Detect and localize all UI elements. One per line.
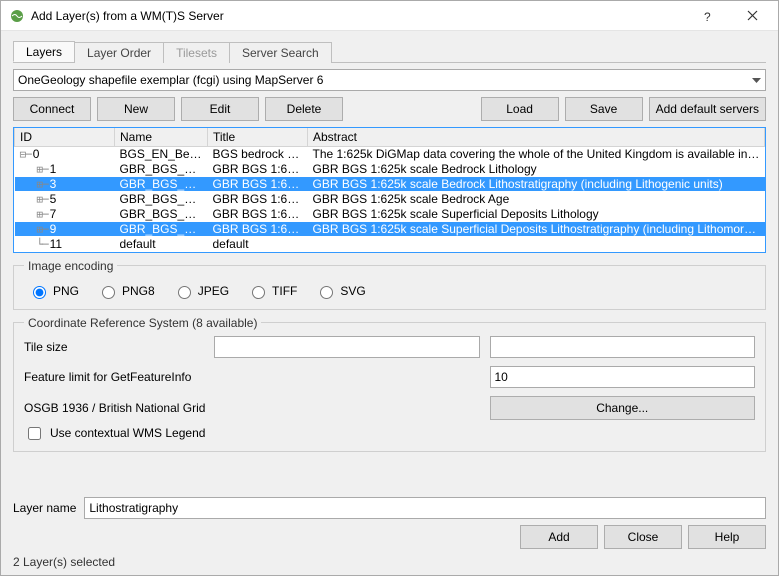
col-abstract[interactable]: Abstract (308, 128, 765, 147)
help-button[interactable]: Help (688, 525, 766, 549)
tab-layers[interactable]: Layers (13, 41, 75, 62)
tab-tilesets: Tilesets (163, 42, 230, 63)
col-name[interactable]: Name (115, 128, 208, 147)
server-buttons: Connect New Edit Delete Load Save Add de… (13, 97, 766, 121)
edit-button[interactable]: Edit (181, 97, 259, 121)
svg-text:?: ? (704, 10, 711, 23)
connect-button[interactable]: Connect (13, 97, 91, 121)
tile-size-input-2[interactable] (490, 336, 756, 358)
layer-name-input[interactable] (84, 497, 766, 519)
table-row[interactable]: ⊟─ 0BGS_EN_Bedrock…BGS bedrock and …The … (15, 147, 765, 162)
layers-table[interactable]: ID Name Title Abstract ⊟─ 0BGS_EN_Bedroc… (13, 127, 766, 253)
help-sys-button[interactable]: ? (686, 2, 730, 30)
tile-size-input-1[interactable] (214, 336, 480, 358)
add-default-servers-button[interactable]: Add default servers (649, 97, 766, 121)
table-row[interactable]: ⊞─ 7GBR_BGS_625k_…GBR BGS 1:625k …GBR BG… (15, 207, 765, 222)
change-crs-button[interactable]: Change... (490, 396, 756, 420)
layer-name-label: Layer name (13, 501, 76, 515)
tab-bar: Layers Layer Order Tilesets Server Searc… (13, 41, 766, 63)
col-title[interactable]: Title (208, 128, 308, 147)
crs-group: Coordinate Reference System (8 available… (13, 316, 766, 452)
system-buttons: ? (686, 2, 774, 30)
save-button[interactable]: Save (565, 97, 643, 121)
server-combobox[interactable]: OneGeology shapefile exemplar (fcgi) usi… (13, 69, 766, 91)
server-selected: OneGeology shapefile exemplar (fcgi) usi… (18, 73, 323, 87)
feature-limit-input[interactable] (490, 366, 756, 388)
new-button[interactable]: New (97, 97, 175, 121)
tile-size-label: Tile size (24, 340, 204, 354)
app-icon (9, 8, 25, 24)
add-button[interactable]: Add (520, 525, 598, 549)
contextual-legend-checkbox[interactable] (28, 427, 41, 440)
radio-svg[interactable]: SVG (315, 283, 365, 299)
table-row[interactable]: ⊞─ 3GBR_BGS_625k_…GBR BGS 1:625k …GBR BG… (15, 177, 765, 192)
tab-layer-order[interactable]: Layer Order (74, 42, 164, 63)
close-button[interactable]: Close (604, 525, 682, 549)
table-row[interactable]: ⊞─ 1GBR_BGS_625k_…GBR BGS 1:625k …GBR BG… (15, 162, 765, 177)
window-title: Add Layer(s) from a WM(T)S Server (31, 9, 686, 23)
feature-limit-label: Feature limit for GetFeatureInfo (24, 370, 480, 384)
tree-expand-icon[interactable]: ⊞─ (20, 193, 48, 206)
contextual-legend-label: Use contextual WMS Legend (50, 426, 205, 440)
radio-png[interactable]: PNG (28, 283, 79, 299)
delete-button[interactable]: Delete (265, 97, 343, 121)
radio-tiff[interactable]: TIFF (247, 283, 297, 299)
image-encoding-group: Image encoding PNG PNG8 JPEG TIFF SVG (13, 259, 766, 310)
tree-expand-icon[interactable]: ⊞─ (20, 163, 48, 176)
col-id[interactable]: ID (15, 128, 115, 147)
table-row[interactable]: ⊞─ 9GBR_BGS_625k_…GBR BGS 1:625k …GBR BG… (15, 222, 765, 237)
close-sys-button[interactable] (730, 2, 774, 30)
tab-server-search[interactable]: Server Search (229, 42, 332, 63)
status-bar: 2 Layer(s) selected (1, 553, 778, 575)
radio-png8[interactable]: PNG8 (97, 283, 155, 299)
tree-expand-icon[interactable]: ⊟─ (20, 148, 31, 161)
tree-leaf-icon: └─ (20, 238, 48, 251)
dialog-footer: Layer name Add Close Help (1, 491, 778, 553)
crs-legend: Coordinate Reference System (8 available… (24, 316, 261, 330)
table-row[interactable]: └─ 11defaultdefault (15, 237, 765, 252)
tree-expand-icon[interactable]: ⊞─ (20, 178, 48, 191)
tree-expand-icon[interactable]: ⊞─ (20, 223, 48, 236)
chevron-down-icon (752, 73, 761, 87)
table-row[interactable]: ⊞─ 5GBR_BGS_625k_BAGBR BGS 1:625k …GBR B… (15, 192, 765, 207)
current-crs-label: OSGB 1936 / British National Grid (24, 401, 480, 415)
tree-expand-icon[interactable]: ⊞─ (20, 208, 48, 221)
dialog-window: Add Layer(s) from a WM(T)S Server ? Laye… (0, 0, 779, 576)
dialog-content: Layers Layer Order Tilesets Server Searc… (1, 31, 778, 491)
radio-jpeg[interactable]: JPEG (173, 283, 229, 299)
titlebar: Add Layer(s) from a WM(T)S Server ? (1, 1, 778, 31)
load-button[interactable]: Load (481, 97, 559, 121)
image-encoding-legend: Image encoding (24, 259, 117, 273)
